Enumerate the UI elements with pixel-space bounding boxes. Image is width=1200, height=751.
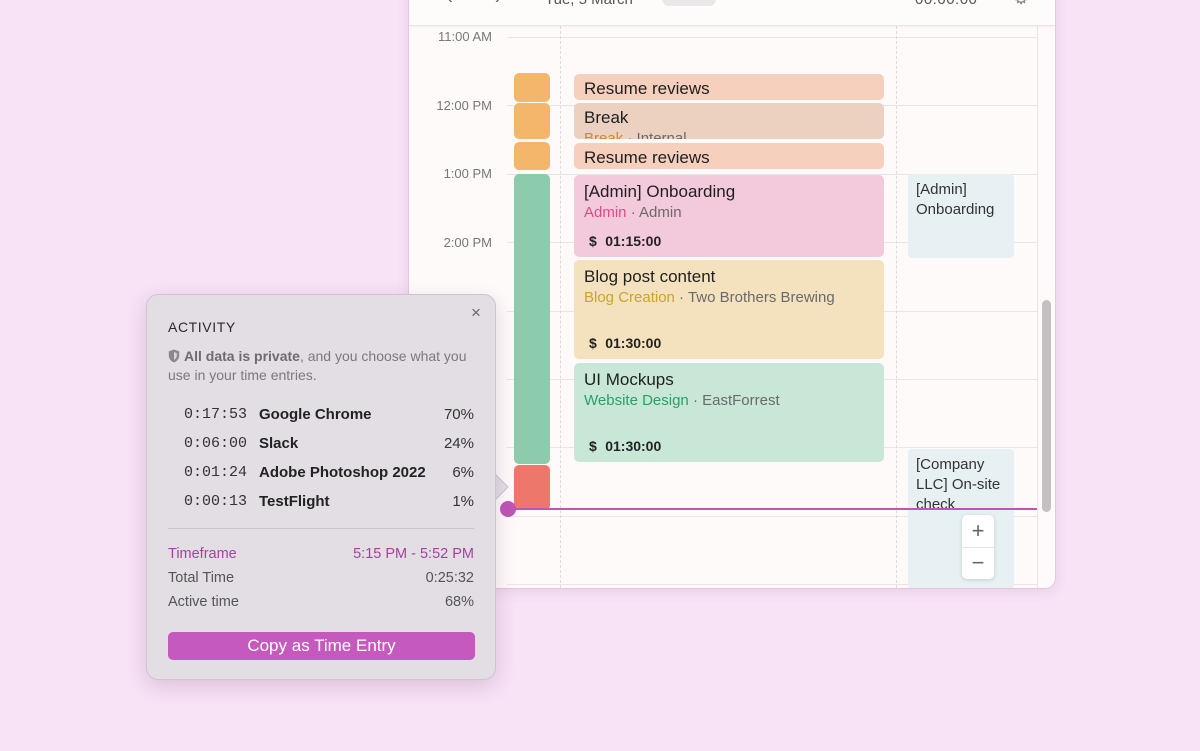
active-time-row: Active time 68% [168,594,474,612]
entry-project: Website Design [584,392,689,409]
popover-divider [168,528,474,529]
app-duration: 0:06:00 [184,435,248,452]
gear-icon[interactable]: ⚙ [1013,0,1029,9]
hour-label: 2:00 PM [443,235,492,250]
hour-label: 12:00 PM [436,98,492,113]
entry-project: Admin [584,204,627,221]
entry-client: Two Brothers Brewing [687,289,835,306]
total-time-row: Total Time 0:25:32 [168,570,474,588]
privacy-note: All data is private, and you choose what… [168,347,480,385]
entry-title: [Admin] Onboarding [584,182,736,201]
hour-label: 1:00 PM [443,166,492,181]
entry-title: Blog post content [584,267,716,286]
close-icon[interactable]: × [471,303,481,323]
entry-title: Resume reviews [584,148,710,167]
activity-heading: ACTIVITY [168,319,236,335]
time-entry[interactable]: [Admin] Onboarding Admin · Admin $ 01:15… [574,175,884,257]
privacy-bold: All data is private [184,348,300,364]
tracked-block[interactable] [514,142,550,170]
entry-project: Blog Creation [584,289,675,306]
column-divider [1037,26,1038,588]
current-date[interactable]: Tue, 5 March [545,0,633,8]
billable-duration: $ 01:30:00 [589,438,662,454]
entry-title: Break [584,108,629,127]
entry-client: Internal [636,130,687,139]
time-entry[interactable]: Resume reviews [574,74,884,100]
active-time-label: Active time [168,594,239,610]
shield-icon [168,349,180,363]
app-usage-row: 0:00:13 TestFlight 1% [168,493,474,513]
total-time-value: 0:25:32 [425,570,474,586]
app-percent: 1% [452,493,474,510]
billable-duration: $ 01:15:00 [589,233,662,249]
total-time-label: Total Time [168,570,235,586]
time-entry[interactable]: Break Break · Internal [574,103,884,139]
timeframe-row: Timeframe 5:15 PM - 5:52 PM [168,546,474,564]
current-time-line [507,508,1037,510]
app-usage-row: 0:17:53 Google Chrome 70% [168,406,474,426]
calendar-toolbar: ‹ › Tue, 5 March 00:00:00 ⚙ [409,0,1055,26]
zoom-control: + − [962,515,994,579]
billable-duration: $ 01:30:00 [589,335,662,351]
dollar-icon: $ [589,335,597,351]
entry-meta: Admin · Admin [584,204,682,221]
zoom-out-button[interactable]: − [962,547,994,579]
app-name: Adobe Photoshop 2022 [259,464,426,481]
timer-clock: 00:00:00 [915,0,977,8]
entry-meta: Website Design · EastForrest [584,392,780,409]
activity-popover: × ACTIVITY All data is private, and you … [146,294,496,680]
column-divider [560,26,561,588]
calendar-window: ‹ › Tue, 5 March 00:00:00 ⚙ 11:00 AM 12:… [409,0,1055,588]
vertical-scrollbar[interactable] [1042,300,1051,512]
app-usage-row: 0:06:00 Slack 24% [168,435,474,455]
chevron-right-icon[interactable]: › [495,0,501,8]
app-duration: 0:00:13 [184,493,248,510]
chevron-left-icon[interactable]: ‹ [447,0,453,8]
hour-gridline [507,37,1037,38]
zoom-in-button[interactable]: + [962,515,994,547]
tracked-block[interactable] [514,103,550,139]
app-duration: 0:01:24 [184,464,248,481]
app-name: Google Chrome [259,406,372,423]
column-divider [896,26,897,588]
app-name: TestFlight [259,493,330,510]
dollar-icon: $ [589,233,597,249]
entry-client: Admin [639,204,682,221]
app-duration: 0:17:53 [184,406,248,423]
dollar-icon: $ [589,438,597,454]
entry-meta: Blog Creation · Two Brothers Brewing [584,289,835,306]
timeframe-label: Timeframe [168,546,237,562]
app-percent: 6% [452,464,474,481]
tracked-block[interactable] [514,73,550,102]
timeframe-value: 5:15 PM - 5:52 PM [353,546,474,562]
today-pill[interactable] [662,0,716,6]
app-percent: 70% [443,406,474,423]
entry-title: Resume reviews [584,79,710,98]
app-name: Slack [259,435,299,452]
entry-title: UI Mockups [584,370,674,389]
app-usage-row: 0:01:24 Adobe Photoshop 2022 6% [168,464,474,484]
active-time-value: 68% [444,594,474,610]
time-entry[interactable]: Resume reviews [574,143,884,169]
entry-project: Break [584,130,624,139]
app-percent: 24% [443,435,474,452]
calendar-event[interactable]: [Admin] Onboarding [908,174,1014,258]
time-entry[interactable]: UI Mockups Website Design · EastForrest … [574,363,884,462]
current-time-dot[interactable] [500,501,516,517]
time-entry[interactable]: Blog post content Blog Creation · Two Br… [574,260,884,359]
entry-meta: Break · Internal [584,129,874,139]
calendar-event[interactable]: [Company LLC] On-site check [908,449,1014,588]
hour-label: 11:00 AM [438,29,492,44]
copy-as-time-entry-button[interactable]: Copy as Time Entry [168,632,475,660]
entry-client: EastForrest [702,392,780,409]
tracked-block[interactable] [514,174,550,464]
tracked-block[interactable] [514,465,550,510]
